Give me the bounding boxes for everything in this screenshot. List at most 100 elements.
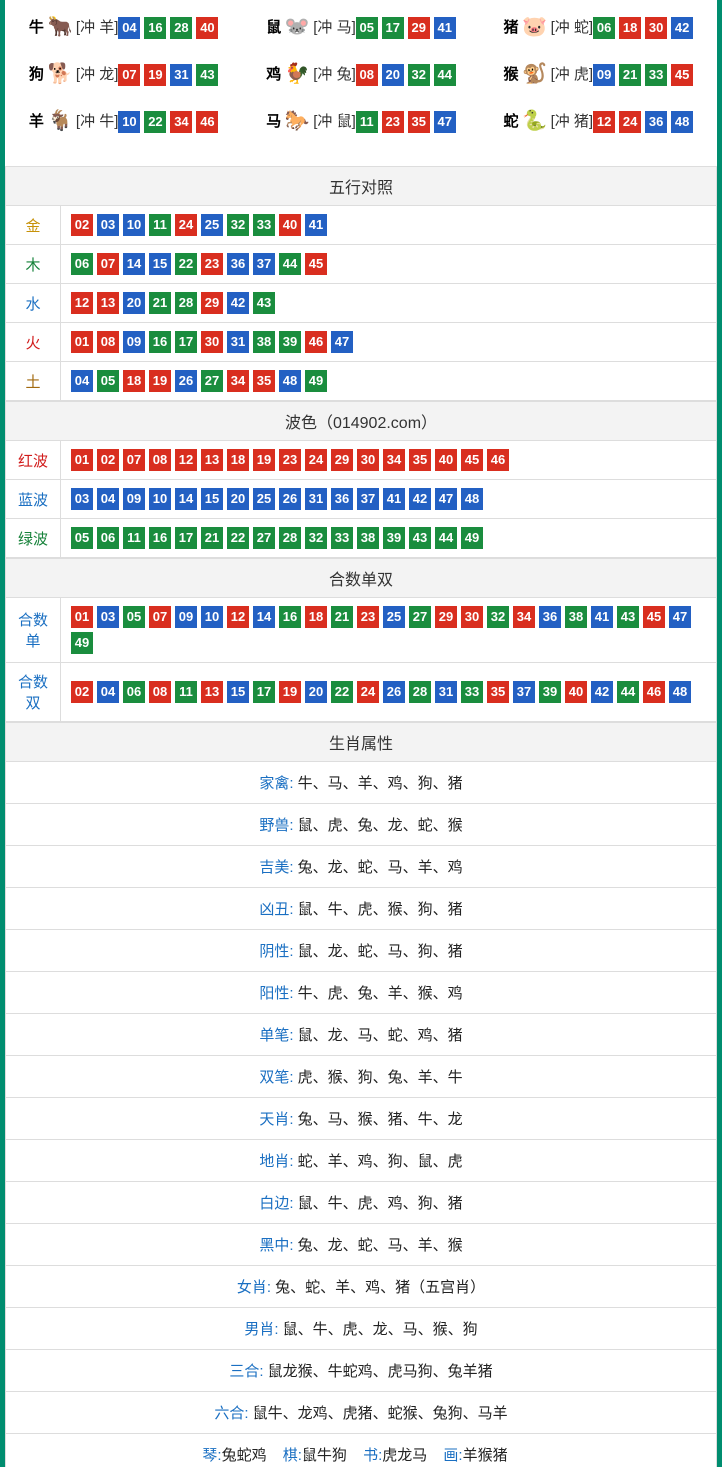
- attrs-title: 生肖属性: [6, 723, 717, 762]
- number-ball: 13: [201, 681, 223, 703]
- number-ball: 22: [175, 253, 197, 275]
- attr-value: 兔、龙、蛇、马、羊、鸡: [298, 859, 463, 876]
- table-row: 绿波05061116172122272832333839434449: [6, 519, 717, 558]
- attr-row: 野兽: 鼠、虎、兔、龙、蛇、猴: [5, 804, 717, 846]
- attr-term: 男肖:: [244, 1321, 282, 1338]
- zodiac-label: 猪🐷[冲 蛇]: [504, 14, 594, 39]
- number-ball: 07: [97, 253, 119, 275]
- number-ball: 20: [382, 64, 404, 86]
- number-ball: 40: [565, 681, 587, 703]
- number-ball: 49: [461, 527, 483, 549]
- number-ball: 32: [227, 214, 249, 236]
- number-ball: 45: [461, 449, 483, 471]
- row-balls: 0204060811131517192022242628313335373940…: [61, 663, 717, 722]
- number-ball: 35: [487, 681, 509, 703]
- number-ball: 10: [201, 606, 223, 628]
- table-row: 合数双0204060811131517192022242628313335373…: [6, 663, 717, 722]
- attr-value: 牛、马、羊、鸡、狗、猪: [298, 775, 463, 792]
- row-balls: 0108091617303138394647: [61, 323, 717, 362]
- number-ball: 22: [331, 681, 353, 703]
- number-ball: 16: [279, 606, 301, 628]
- attr-value: 兔、马、猴、猪、牛、龙: [298, 1111, 463, 1128]
- attr-term: 白边:: [259, 1195, 297, 1212]
- number-ball: 32: [408, 64, 430, 86]
- number-ball: 17: [175, 527, 197, 549]
- zodiac-animal-icon: 🐂: [45, 14, 75, 39]
- wuxing-title: 五行对照: [6, 167, 717, 206]
- number-ball: 45: [643, 606, 665, 628]
- number-ball: 40: [435, 449, 457, 471]
- number-ball: 28: [279, 527, 301, 549]
- attr-term: 家禽:: [259, 775, 297, 792]
- number-ball: 31: [170, 64, 192, 86]
- number-ball: 03: [97, 606, 119, 628]
- number-ball: 04: [97, 681, 119, 703]
- number-ball: 47: [669, 606, 691, 628]
- row-label: 金: [6, 206, 61, 245]
- number-ball: 18: [227, 449, 249, 471]
- attr-row: 黑中: 兔、龙、蛇、马、羊、猴: [5, 1224, 717, 1266]
- number-ball: 44: [435, 527, 457, 549]
- attr-row: 家禽: 牛、马、羊、鸡、狗、猪: [5, 762, 717, 804]
- heshu-table: 合数单双 合数单01030507091012141618212325272930…: [5, 558, 717, 722]
- table-row: 红波0102070812131819232429303435404546: [6, 441, 717, 480]
- zodiac-name: 猴: [504, 63, 519, 84]
- ball-row: 09213345: [593, 64, 693, 86]
- number-ball: 40: [196, 17, 218, 39]
- number-ball: 39: [539, 681, 561, 703]
- number-ball: 09: [593, 64, 615, 86]
- number-ball: 19: [279, 681, 301, 703]
- attr-value: 鼠、龙、马、蛇、鸡、猪: [298, 1027, 463, 1044]
- number-ball: 36: [539, 606, 561, 628]
- number-ball: 02: [71, 681, 93, 703]
- number-ball: 27: [253, 527, 275, 549]
- table-row: 水1213202128294243: [6, 284, 717, 323]
- zodiac-label: 羊🐐[冲 牛]: [29, 108, 119, 133]
- row-balls: 1213202128294243: [61, 284, 717, 323]
- zodiac-cell: 蛇🐍[冲 猪]12243648: [480, 104, 717, 151]
- number-ball: 12: [71, 292, 93, 314]
- row-label: 绿波: [6, 519, 61, 558]
- attr-term: 阳性:: [259, 985, 297, 1002]
- attr-row: 双笔: 虎、猴、狗、兔、羊、牛: [5, 1056, 717, 1098]
- number-ball: 26: [279, 488, 301, 510]
- zodiac-cell: 狗🐕[冲 龙]07193143: [5, 57, 242, 104]
- number-ball: 34: [227, 370, 249, 392]
- number-ball: 33: [461, 681, 483, 703]
- zodiac-name: 鸡: [266, 63, 281, 84]
- ball-row: 10223446: [118, 111, 218, 133]
- number-ball: 44: [434, 64, 456, 86]
- number-ball: 45: [671, 64, 693, 86]
- number-ball: 41: [383, 488, 405, 510]
- number-ball: 10: [149, 488, 171, 510]
- number-ball: 09: [175, 606, 197, 628]
- number-ball: 42: [409, 488, 431, 510]
- zodiac-animal-icon: 🐎: [282, 108, 312, 133]
- attr-row: 天肖: 兔、马、猴、猪、牛、龙: [5, 1098, 717, 1140]
- number-ball: 11: [175, 681, 197, 703]
- number-ball: 08: [356, 64, 378, 86]
- number-ball: 20: [227, 488, 249, 510]
- number-ball: 36: [227, 253, 249, 275]
- attr-term: 黑中:: [259, 1237, 297, 1254]
- zodiac-name: 羊: [29, 110, 44, 131]
- number-ball: 28: [409, 681, 431, 703]
- number-ball: 21: [201, 527, 223, 549]
- number-ball: 26: [383, 681, 405, 703]
- number-ball: 24: [305, 449, 327, 471]
- number-ball: 39: [279, 331, 301, 353]
- ball-row: 12243648: [593, 111, 693, 133]
- number-ball: 41: [305, 214, 327, 236]
- attr-value: 虎龙马: [382, 1447, 431, 1464]
- number-ball: 15: [227, 681, 249, 703]
- number-ball: 08: [97, 331, 119, 353]
- number-ball: 30: [645, 17, 667, 39]
- number-ball: 12: [227, 606, 249, 628]
- attr-row: 女肖: 兔、蛇、羊、鸡、猪（五宫肖）: [5, 1266, 717, 1308]
- number-ball: 46: [487, 449, 509, 471]
- number-ball: 33: [331, 527, 353, 549]
- attr-row: 吉美: 兔、龙、蛇、马、羊、鸡: [5, 846, 717, 888]
- number-ball: 34: [170, 111, 192, 133]
- ball-row: 11233547: [356, 111, 456, 133]
- number-ball: 05: [97, 370, 119, 392]
